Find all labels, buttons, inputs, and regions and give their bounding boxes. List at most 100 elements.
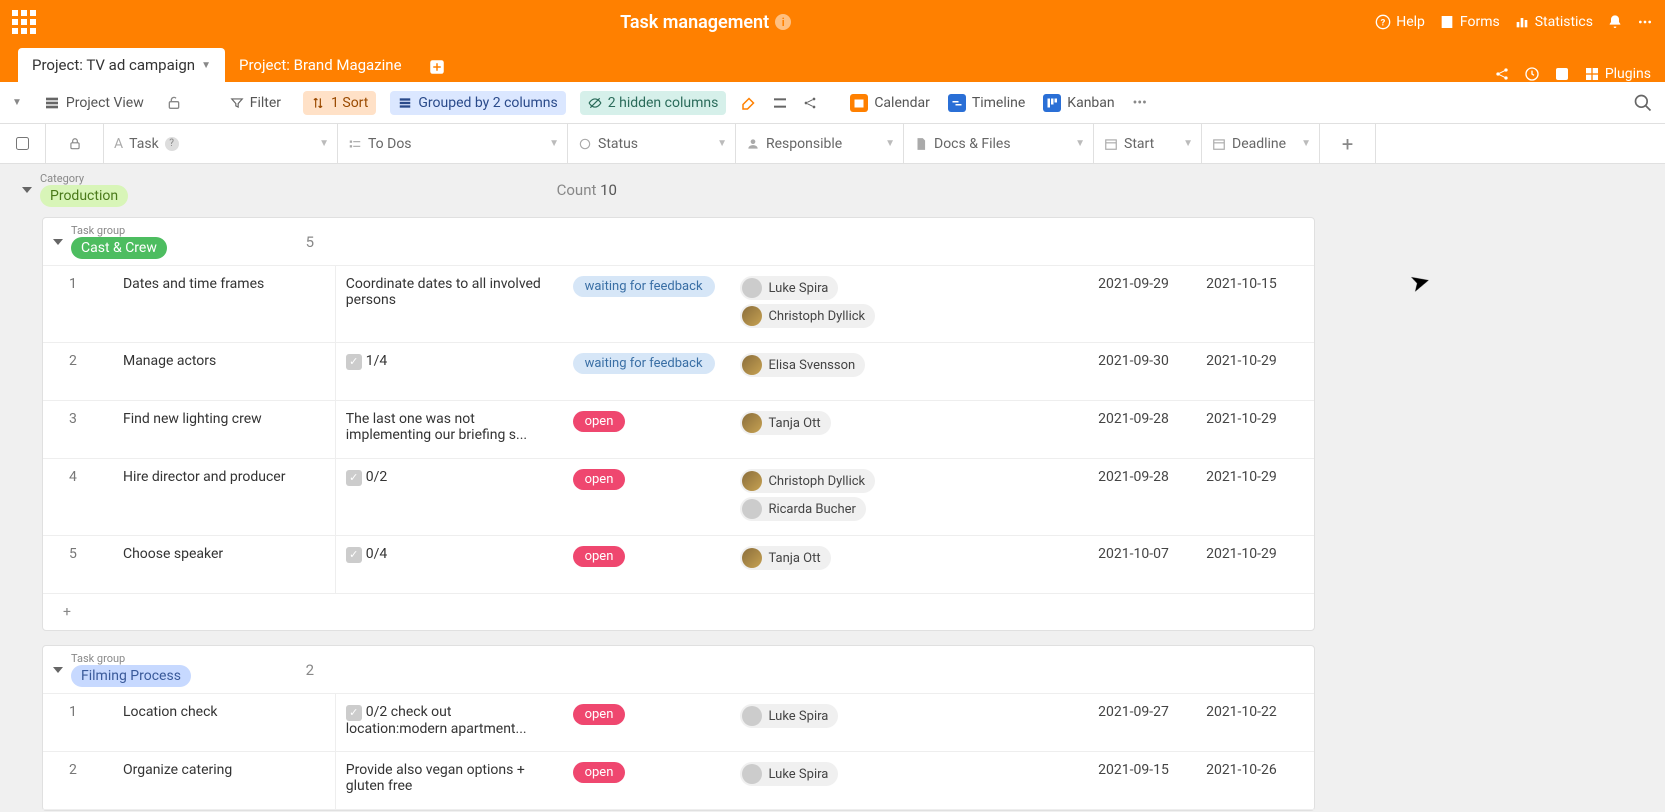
plugins-button[interactable]: Plugins xyxy=(1584,66,1651,82)
status-cell[interactable]: open xyxy=(563,459,731,535)
start-cell[interactable]: 2021-09-30 xyxy=(1088,343,1196,400)
start-cell[interactable]: 2021-09-28 xyxy=(1088,459,1196,535)
taskgroup-chip[interactable]: Filming Process xyxy=(71,665,191,687)
task-cell[interactable]: Hire director and producer xyxy=(113,459,335,535)
todo-cell[interactable]: ✓0/2 xyxy=(335,459,563,535)
col-deadline[interactable]: Deadline▼ xyxy=(1202,124,1320,163)
start-cell[interactable]: 2021-10-07 xyxy=(1088,536,1196,593)
todo-cell[interactable]: Coordinate dates to all involved persons xyxy=(335,266,563,342)
share-icon[interactable] xyxy=(802,95,818,111)
responsible-cell[interactable]: Tanja Ott xyxy=(730,401,898,458)
task-cell[interactable]: Dates and time frames xyxy=(113,266,335,342)
task-cell[interactable]: Choose speaker xyxy=(113,536,335,593)
docs-cell[interactable] xyxy=(898,536,1088,593)
table-row[interactable]: 1Location check✓0/2 check out location:m… xyxy=(43,694,1314,752)
tab-tv-ad[interactable]: Project: TV ad campaign▼ xyxy=(18,48,225,82)
notifications-icon[interactable] xyxy=(1607,14,1623,30)
responsible-cell[interactable]: Elisa Svensson xyxy=(730,343,898,400)
chevron-down-icon[interactable]: ▼ xyxy=(885,138,895,149)
docs-cell[interactable] xyxy=(898,694,1088,751)
chevron-down-icon[interactable]: ▼ xyxy=(319,138,329,149)
deadline-cell[interactable]: 2021-10-29 xyxy=(1196,459,1314,535)
chevron-down-icon[interactable]: ▼ xyxy=(1301,138,1311,149)
responsible-cell[interactable]: Christoph Dyllick Ricarda Bucher xyxy=(730,459,898,535)
tab-brand-mag[interactable]: Project: Brand Magazine xyxy=(225,48,416,82)
start-cell[interactable]: 2021-09-15 xyxy=(1088,752,1196,809)
hidden-cols-button[interactable]: 2 hidden columns xyxy=(580,91,727,115)
lock-open-icon[interactable] xyxy=(166,95,182,111)
docs-cell[interactable] xyxy=(898,752,1088,809)
responsible-cell[interactable]: Luke Spira xyxy=(730,752,898,809)
table-row[interactable]: 3Find new lighting crewThe last one was … xyxy=(43,401,1314,459)
more-icon[interactable] xyxy=(1637,14,1653,30)
more-views-icon[interactable]: ••• xyxy=(1133,95,1147,111)
person-chip[interactable]: Luke Spira xyxy=(740,704,838,728)
task-cell[interactable]: Location check xyxy=(113,694,335,751)
docs-cell[interactable] xyxy=(898,459,1088,535)
col-start[interactable]: Start▼ xyxy=(1094,124,1202,163)
search-icon[interactable] xyxy=(1633,93,1653,113)
collapse-icon[interactable] xyxy=(53,239,63,245)
responsible-cell[interactable]: Luke Spira Christoph Dyllick xyxy=(730,266,898,342)
collapse-icon[interactable] xyxy=(22,187,32,193)
responsible-cell[interactable]: Tanja Ott xyxy=(730,536,898,593)
docs-cell[interactable] xyxy=(898,401,1088,458)
start-cell[interactable]: 2021-09-29 xyxy=(1088,266,1196,342)
deadline-cell[interactable]: 2021-10-22 xyxy=(1196,694,1314,751)
docs-cell[interactable] xyxy=(898,266,1088,342)
help-icon[interactable]: ? xyxy=(165,137,179,151)
todo-cell[interactable]: Provide also vegan options + gluten free xyxy=(335,752,563,809)
table-row[interactable]: 1Dates and time framesCoordinate dates t… xyxy=(43,266,1314,343)
select-all-checkbox[interactable] xyxy=(16,137,29,150)
todo-cell[interactable]: ✓0/2 check out location:modern apartment… xyxy=(335,694,563,751)
col-todos[interactable]: To Dos▼ xyxy=(338,124,568,163)
chevron-down-icon[interactable]: ▼ xyxy=(201,60,211,71)
status-cell[interactable]: open xyxy=(563,536,731,593)
row-height-icon[interactable] xyxy=(772,95,788,111)
collapse-icon[interactable] xyxy=(53,667,63,673)
deadline-cell[interactable]: 2021-10-26 xyxy=(1196,752,1314,809)
chevron-down-icon[interactable]: ▼ xyxy=(717,138,727,149)
calendar-view[interactable]: Calendar xyxy=(850,94,930,112)
table-row[interactable]: 2Organize cateringProvide also vegan opt… xyxy=(43,752,1314,810)
timeline-view[interactable]: Timeline xyxy=(948,94,1025,112)
paint-icon[interactable] xyxy=(740,94,758,112)
col-status[interactable]: Status▼ xyxy=(568,124,736,163)
status-cell[interactable]: waiting for feedback xyxy=(563,343,731,400)
person-chip[interactable]: Tanja Ott xyxy=(740,546,830,570)
kanban-view[interactable]: Kanban xyxy=(1043,94,1114,112)
history-icon[interactable] xyxy=(1524,66,1540,82)
add-column-button[interactable]: + xyxy=(1320,124,1376,163)
status-cell[interactable]: open xyxy=(563,694,731,751)
project-view-button[interactable]: Project View xyxy=(36,91,152,115)
taskgroup-chip[interactable]: Cast & Crew xyxy=(71,237,167,259)
chevron-down-icon[interactable]: ▼ xyxy=(1075,138,1085,149)
deadline-cell[interactable]: 2021-10-29 xyxy=(1196,401,1314,458)
task-cell[interactable]: Find new lighting crew xyxy=(113,401,335,458)
status-cell[interactable]: waiting for feedback xyxy=(563,266,731,342)
person-chip[interactable]: Christoph Dyllick xyxy=(740,304,875,328)
share-icon[interactable] xyxy=(1494,66,1510,82)
todo-cell[interactable]: ✓1/4 xyxy=(335,343,563,400)
add-tab-button[interactable] xyxy=(422,52,452,82)
task-cell[interactable]: Organize catering xyxy=(113,752,335,809)
deadline-cell[interactable]: 2021-10-29 xyxy=(1196,536,1314,593)
status-cell[interactable]: open xyxy=(563,401,731,458)
person-chip[interactable]: Tanja Ott xyxy=(740,411,830,435)
task-cell[interactable]: Manage actors xyxy=(113,343,335,400)
deadline-cell[interactable]: 2021-10-15 xyxy=(1196,266,1314,342)
table-row[interactable]: 4Hire director and producer✓0/2 openChri… xyxy=(43,459,1314,536)
col-responsible[interactable]: Responsible▼ xyxy=(736,124,904,163)
responsible-cell[interactable]: Luke Spira xyxy=(730,694,898,751)
group-button[interactable]: Grouped by 2 columns xyxy=(390,91,565,115)
docs-cell[interactable] xyxy=(898,343,1088,400)
sort-button[interactable]: 1 Sort xyxy=(303,91,376,115)
col-task[interactable]: ATask?▼ xyxy=(104,124,338,163)
person-chip[interactable]: Ricarda Bucher xyxy=(740,497,866,521)
status-cell[interactable]: open xyxy=(563,752,731,809)
person-chip[interactable]: Christoph Dyllick xyxy=(740,469,875,493)
table-row[interactable]: 5Choose speaker✓0/4 openTanja Ott2021-10… xyxy=(43,536,1314,594)
person-chip[interactable]: Luke Spira xyxy=(740,276,838,300)
add-row-button[interactable]: + xyxy=(43,594,1314,630)
col-checkbox[interactable] xyxy=(0,124,46,163)
